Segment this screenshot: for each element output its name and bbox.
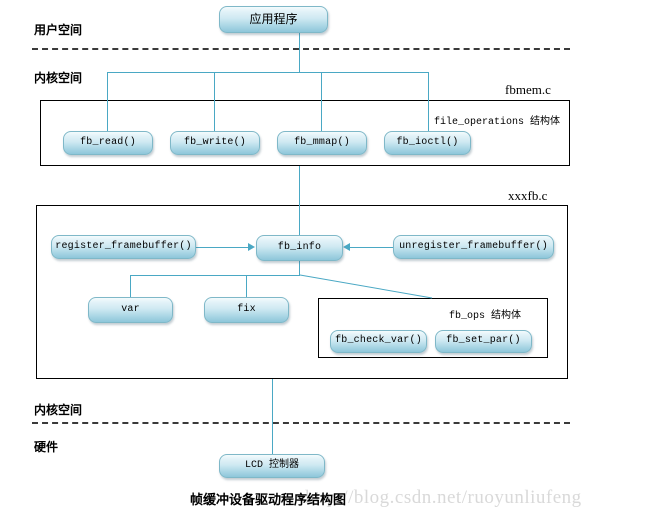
arrowhead-unregister-to-fb-info (343, 243, 350, 251)
arrowhead-register-to-fb-info (248, 243, 255, 251)
diagram-canvas: http://blog.csdn.net/ruoyunliufeng 用户空间 … (0, 0, 655, 514)
node-var-label: var (121, 303, 140, 315)
node-fb-ioctl[interactable]: fb_ioctl() (384, 131, 471, 155)
node-lcd-controller-label: LCD 控制器 (244, 459, 299, 471)
node-fb-ioctl-label: fb_ioctl() (396, 136, 459, 148)
node-fb-write[interactable]: fb_write() (170, 131, 260, 155)
node-unregister-framebuffer-label: unregister_framebuffer() (399, 240, 548, 252)
struct-label-file-operations: file_operations 结构体 (434, 117, 561, 128)
node-fix-label: fix (237, 303, 256, 315)
struct-label-fb-ops: fb_ops 结构体 (449, 311, 522, 322)
node-fb-check-var-label: fb_check_var() (335, 335, 422, 347)
node-register-framebuffer-label: register_framebuffer() (55, 240, 192, 252)
node-var[interactable]: var (88, 297, 173, 323)
node-fb-info[interactable]: fb_info (256, 235, 343, 261)
file-label-xxxfb: xxxfb.c (508, 188, 548, 203)
layer-label-user-space: 用户空间 (34, 23, 83, 37)
node-fb-mmap[interactable]: fb_mmap() (277, 131, 367, 155)
node-fb-write-label: fb_write() (183, 136, 246, 148)
node-fb-set-par[interactable]: fb_set_par() (435, 330, 532, 353)
diagram-caption: 帧缓冲设备驱动程序结构图 (190, 493, 347, 508)
node-fix[interactable]: fix (204, 297, 289, 323)
node-unregister-framebuffer[interactable]: unregister_framebuffer() (393, 235, 554, 259)
node-fb-check-var[interactable]: fb_check_var() (330, 330, 427, 353)
layer-label-hardware: 硬件 (34, 440, 59, 454)
connector-xxxfb-to-lcd (272, 379, 273, 454)
layer-label-kernel-space-bottom: 内核空间 (34, 403, 83, 417)
node-fb-read[interactable]: fb_read() (63, 131, 153, 155)
node-fb-mmap-label: fb_mmap() (294, 136, 350, 148)
node-fb-info-label: fb_info (277, 241, 322, 253)
node-application[interactable]: 应用程序 (219, 6, 328, 33)
node-lcd-controller[interactable]: LCD 控制器 (219, 454, 325, 478)
node-fb-read-label: fb_read() (80, 136, 136, 148)
node-register-framebuffer[interactable]: register_framebuffer() (51, 235, 196, 259)
file-label-fbmem: fbmem.c (505, 82, 551, 97)
node-fb-set-par-label: fb_set_par() (446, 335, 521, 347)
node-application-label: 应用程序 (249, 12, 298, 27)
layer-label-kernel-space-top: 内核空间 (34, 71, 83, 85)
